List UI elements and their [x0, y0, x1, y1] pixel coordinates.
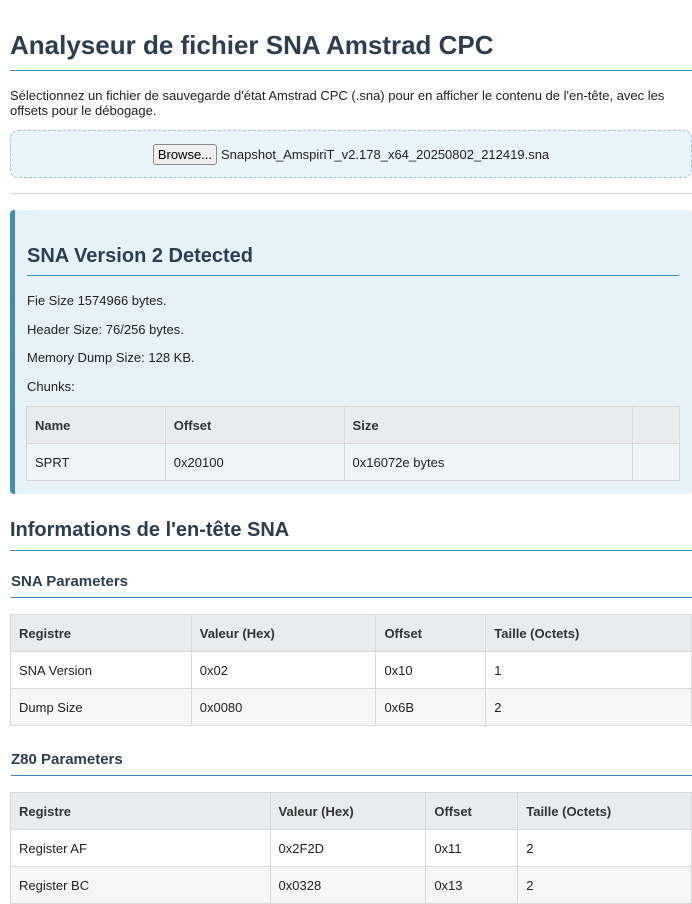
col-header-registre: Registre [10, 614, 192, 652]
memory-dump-size-text: Memory Dump Size: 128 KB. [27, 350, 195, 365]
offset-cell: 0x6B [375, 688, 487, 726]
offset-cell: 0x11 [425, 829, 519, 867]
col-header-offset: Offset [375, 614, 487, 652]
registre-cell: Dump Size [10, 688, 192, 726]
registre-cell: Register BC [10, 866, 271, 904]
taille-cell: 2 [517, 866, 692, 904]
table-row: SPRT 0x20100 0x16072e bytes [26, 443, 680, 481]
chunks-header-offset: Offset [164, 406, 345, 444]
table-row: SNA Version 0x02 0x10 1 [10, 651, 692, 689]
sna-params-table: Registre Valeur (Hex) Offset Taille (Oct… [10, 614, 692, 726]
registre-cell: SNA Version [10, 651, 192, 689]
chunks-header-size: Size [343, 406, 634, 444]
chunks-header-name: Name [26, 406, 166, 444]
col-header-registre: Registre [10, 792, 271, 830]
z80-params-table: Registre Valeur (Hex) Offset Taille (Oct… [10, 792, 692, 904]
valeur-cell: 0x02 [190, 651, 377, 689]
chunk-name-cell: SPRT [26, 443, 166, 481]
valeur-cell: 0x2F2D [269, 829, 427, 867]
sna-params-title: SNA Parameters [11, 573, 692, 598]
offset-cell: 0x10 [375, 651, 487, 689]
valeur-cell: 0x0328 [269, 866, 427, 904]
chunk-offset-cell: 0x20100 [164, 443, 345, 481]
divider [10, 193, 692, 194]
chunk-extra-cell [632, 443, 680, 481]
chunk-size-cell: 0x16072e bytes [343, 443, 634, 481]
header-size-text: Header Size: 76/256 bytes. [27, 322, 184, 337]
chunks-header-row: Name Offset Size [26, 406, 680, 444]
col-header-valeur: Valeur (Hex) [190, 614, 377, 652]
file-drop-zone[interactable]: Browse... Snapshot_AmspiriT_v2.178_x64_2… [10, 130, 692, 178]
selected-file-name: Snapshot_AmspiriT_v2.178_x64_20250802_21… [221, 146, 550, 162]
valeur-cell: 0x0080 [190, 688, 377, 726]
col-header-valeur: Valeur (Hex) [269, 792, 427, 830]
col-header-taille: Taille (Octets) [485, 614, 692, 652]
header-info-title: Informations de l'en-tête SNA [10, 519, 692, 551]
z80-params-header-row: Registre Valeur (Hex) Offset Taille (Oct… [10, 792, 692, 830]
taille-cell: 1 [485, 651, 692, 689]
intro-text: Sélectionnez un fichier de sauvegarde d'… [10, 88, 665, 118]
page-title: Analyseur de fichier SNA Amstrad CPC [10, 30, 692, 71]
col-header-taille: Taille (Octets) [517, 792, 692, 830]
col-header-offset: Offset [425, 792, 519, 830]
chunks-label: Chunks: [27, 379, 75, 394]
detection-panel: SNA Version 2 Detected Fie Size 1574966 … [10, 210, 692, 494]
table-row: Dump Size 0x0080 0x6B 2 [10, 688, 692, 726]
sna-params-header-row: Registre Valeur (Hex) Offset Taille (Oct… [10, 614, 692, 652]
taille-cell: 2 [517, 829, 692, 867]
table-row: Register BC 0x0328 0x13 2 [10, 866, 692, 904]
file-size-text: Fie Size 1574966 bytes. [27, 293, 167, 308]
chunks-table: Name Offset Size SPRT 0x20100 0x16072e b… [26, 406, 680, 481]
table-row: Register AF 0x2F2D 0x11 2 [10, 829, 692, 867]
chunks-header-extra [632, 406, 680, 444]
taille-cell: 2 [485, 688, 692, 726]
detection-title: SNA Version 2 Detected [27, 245, 679, 276]
registre-cell: Register AF [10, 829, 271, 867]
z80-params-title: Z80 Parameters [11, 751, 692, 776]
offset-cell: 0x13 [425, 866, 519, 904]
browse-button[interactable]: Browse... [152, 143, 218, 165]
